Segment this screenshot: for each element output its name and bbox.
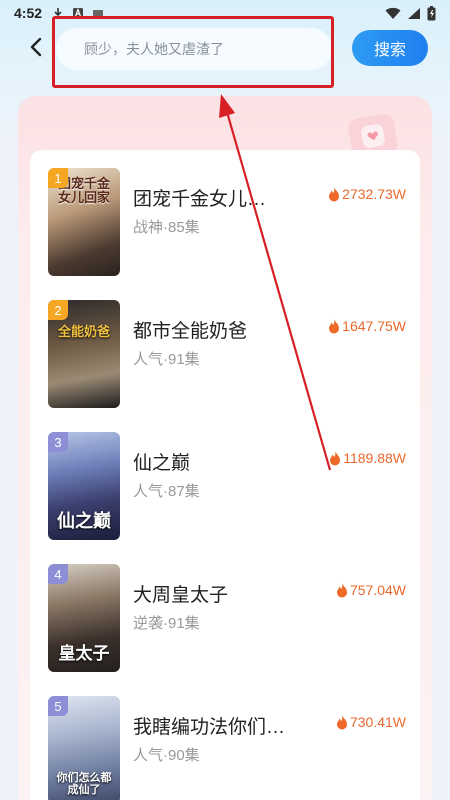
- list-item[interactable]: 皇太子 4 大周皇太子 逆袭·91集 757.04W: [30, 546, 420, 672]
- flame-icon: [336, 714, 347, 729]
- cover-image[interactable]: 团宠千金女儿回家 1: [48, 168, 120, 276]
- heat-value: 757.04W: [349, 582, 406, 598]
- rank-badge: 5: [48, 696, 68, 716]
- search-input[interactable]: [84, 41, 314, 57]
- heat-count: 2732.73W: [328, 186, 406, 202]
- heat-count: 757.04W: [336, 582, 406, 598]
- heat-value: 730.41W: [349, 714, 406, 730]
- message-icon: [93, 10, 104, 16]
- app-a-icon: [73, 7, 84, 18]
- search-box[interactable]: [56, 28, 332, 70]
- list-item[interactable]: 仙之巅 3 仙之巅 人气·87集 1189.88W: [30, 414, 420, 540]
- wifi-icon: [385, 7, 401, 19]
- cover-title: 仙之巅: [57, 511, 111, 533]
- cover-image[interactable]: 全能奶爸 2: [48, 300, 120, 408]
- rank-badge: 3: [48, 432, 68, 452]
- heat-count: 1647.75W: [328, 318, 406, 334]
- drama-title[interactable]: 团宠千金女儿…: [133, 184, 293, 211]
- rank-badge: 4: [48, 564, 68, 584]
- drama-title[interactable]: 都市全能奶爸: [133, 316, 293, 343]
- drama-meta: 人气·87集: [133, 483, 200, 500]
- status-time: 4:52: [14, 5, 43, 21]
- drama-meta: 逆袭·91集: [133, 615, 200, 632]
- status-notification-icons: [52, 7, 104, 19]
- back-button[interactable]: [24, 32, 48, 62]
- cover-image[interactable]: 你们怎么都成仙了 5: [48, 696, 120, 800]
- list-item[interactable]: 团宠千金女儿回家 1 团宠千金女儿… 战神·85集 2732.73W: [30, 150, 420, 276]
- flame-icon: [330, 450, 341, 465]
- flame-icon: [329, 186, 340, 201]
- drama-title[interactable]: 仙之巅: [133, 448, 293, 475]
- drama-meta: 人气·91集: [133, 351, 200, 368]
- status-bar: 4:52: [0, 0, 450, 26]
- drama-title[interactable]: 我瞎编功法你们…: [133, 712, 293, 739]
- battery-icon: [427, 5, 436, 20]
- signal-icon: [408, 7, 420, 19]
- ranking-list: 团宠千金女儿回家 1 团宠千金女儿… 战神·85集 2732.73W 全能奶爸 …: [30, 150, 420, 800]
- list-item[interactable]: 全能奶爸 2 都市全能奶爸 人气·91集 1647.75W: [30, 282, 420, 408]
- drama-meta: 人气·90集: [133, 747, 200, 764]
- drama-meta: 战神·85集: [133, 219, 200, 236]
- heat-count: 1189.88W: [329, 450, 406, 466]
- download-icon: [54, 8, 63, 19]
- chevron-left-icon: [30, 37, 42, 57]
- list-item[interactable]: 你们怎么都成仙了 5 我瞎编功法你们… 人气·90集 730.41W: [30, 678, 420, 800]
- cover-image[interactable]: 皇太子 4: [48, 564, 120, 672]
- cover-title: 全能奶爸: [57, 325, 110, 340]
- cover-title: 你们怎么都成仙了: [56, 770, 112, 796]
- heat-value: 1647.75W: [342, 318, 406, 334]
- flame-icon: [336, 582, 347, 597]
- flame-icon: [329, 318, 340, 333]
- search-button[interactable]: 搜索: [352, 30, 428, 66]
- heat-value: 1189.88W: [343, 450, 406, 466]
- heat-value: 2732.73W: [342, 186, 406, 202]
- cover-title: 皇太子: [58, 644, 110, 665]
- rank-badge: 2: [48, 300, 68, 320]
- status-system-icons: [385, 5, 436, 21]
- rank-badge: 1: [48, 168, 68, 188]
- drama-title[interactable]: 大周皇太子: [133, 580, 293, 607]
- heat-count: 730.41W: [336, 714, 406, 730]
- cover-image[interactable]: 仙之巅 3: [48, 432, 120, 540]
